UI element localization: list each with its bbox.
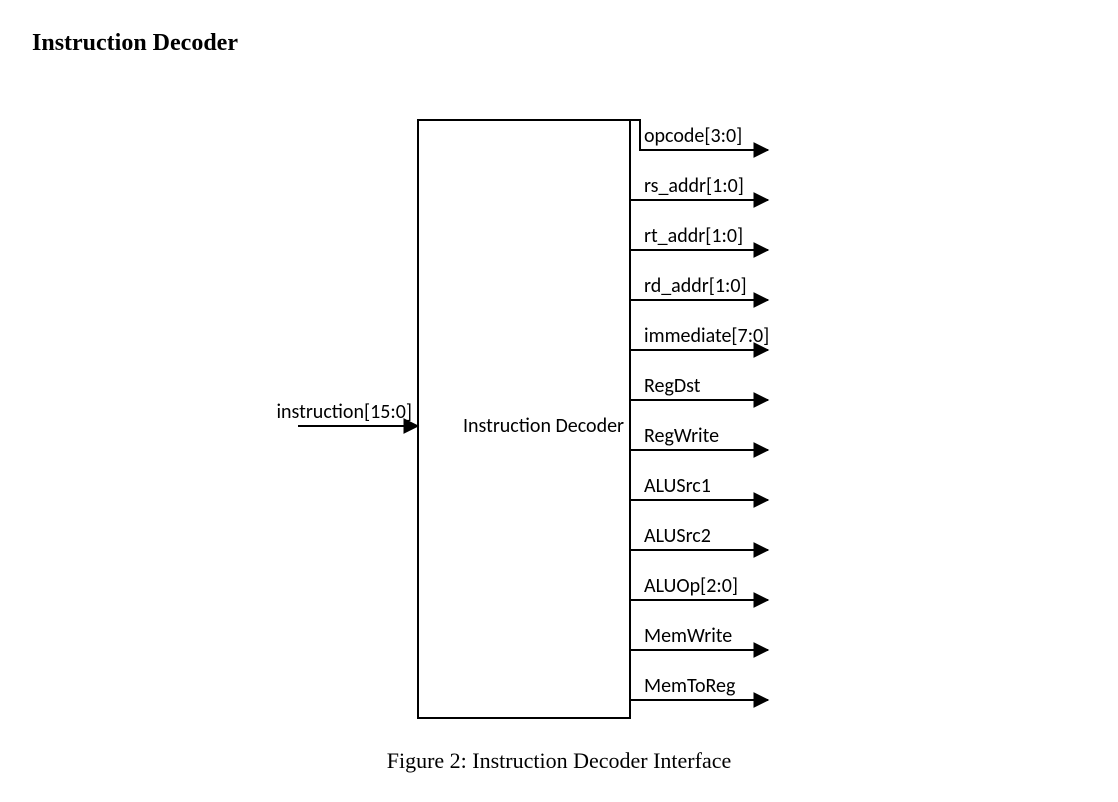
output-label-0: opcode[3:0] bbox=[644, 124, 742, 148]
output-label-1: rs_addr[1:0] bbox=[644, 174, 744, 198]
figure-caption: Figure 2: Instruction Decoder Interface bbox=[0, 748, 1118, 774]
output-wire-3: rd_addr[1:0] bbox=[630, 274, 768, 300]
output-wire-7: ALUSrc1 bbox=[630, 474, 768, 500]
output-label-10: MemWrite bbox=[644, 624, 732, 648]
output-label-9: ALUOp[2:0] bbox=[644, 574, 738, 598]
output-wire-0: opcode[3:0] bbox=[630, 120, 768, 150]
output-label-8: ALUSrc2 bbox=[644, 524, 711, 548]
output-label-4: immediate[7:0] bbox=[644, 324, 769, 348]
output-wire-10: MemWrite bbox=[630, 624, 768, 650]
output-label-3: rd_addr[1:0] bbox=[644, 274, 747, 298]
output-label-7: ALUSrc1 bbox=[644, 474, 711, 498]
input-label: instruction[15:0] bbox=[276, 400, 412, 424]
output-wire-5: RegDst bbox=[630, 374, 768, 400]
input-wire: instruction[15:0] bbox=[276, 400, 418, 426]
output-label-11: MemToReg bbox=[644, 674, 736, 698]
output-wire-8: ALUSrc2 bbox=[630, 524, 768, 550]
output-label-5: RegDst bbox=[644, 374, 701, 398]
output-wire-9: ALUOp[2:0] bbox=[630, 574, 768, 600]
output-wire-11: MemToReg bbox=[630, 674, 768, 700]
output-wire-6: RegWrite bbox=[630, 424, 768, 450]
block-diagram: Instruction Decoder instruction[15:0] op… bbox=[0, 0, 1118, 802]
output-label-2: rt_addr[1:0] bbox=[644, 224, 743, 248]
block-label: Instruction Decoder bbox=[463, 414, 624, 438]
output-wire-4: immediate[7:0] bbox=[630, 324, 769, 350]
output-wire-2: rt_addr[1:0] bbox=[630, 224, 768, 250]
output-label-6: RegWrite bbox=[644, 424, 719, 448]
output-wire-1: rs_addr[1:0] bbox=[630, 174, 768, 200]
